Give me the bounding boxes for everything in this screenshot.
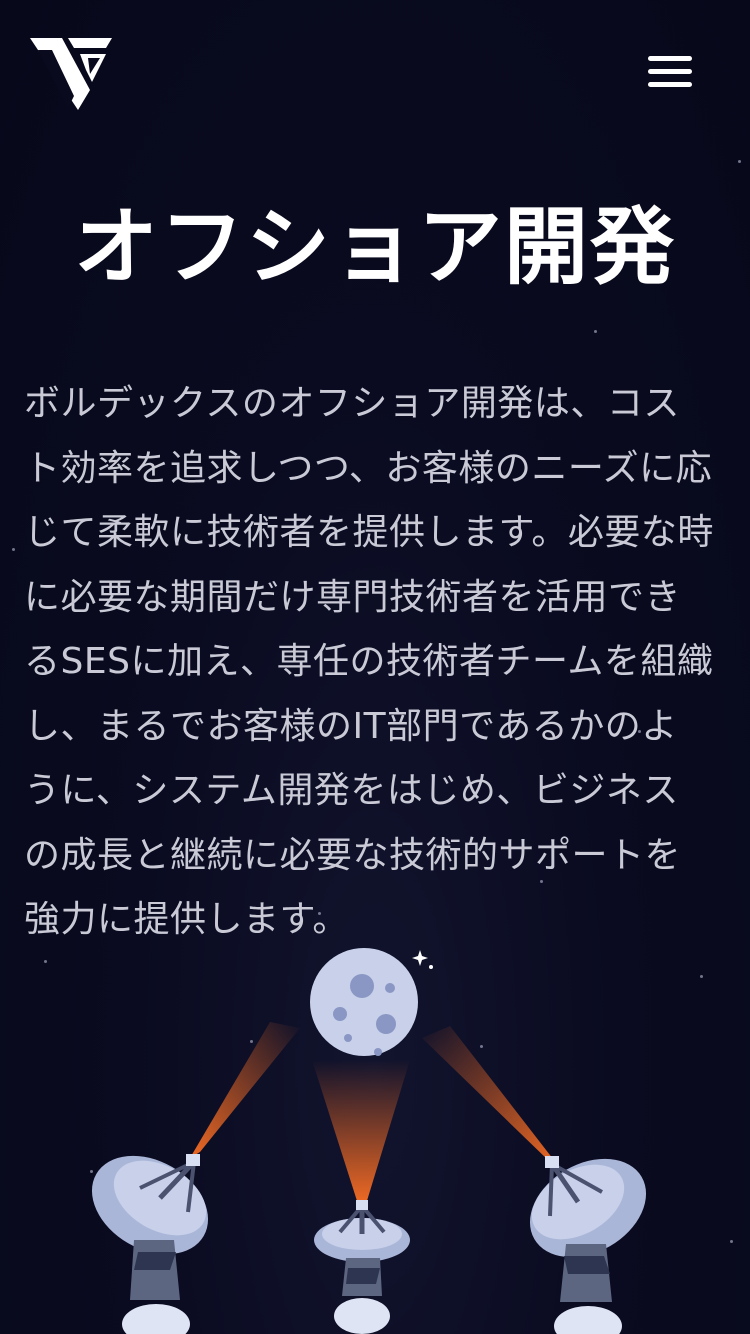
satellite-dish-center-icon <box>314 1200 410 1334</box>
signal-beam-left <box>190 1022 300 1158</box>
hamburger-menu-icon-bar <box>648 82 692 87</box>
brand-logo-icon <box>30 38 112 110</box>
page: オフショア開発 ボルデックスのオフショア開発は、コスト効率を追求しつつ、お客様の… <box>0 0 750 1334</box>
page-title: オフショア開発 <box>73 198 676 296</box>
signal-beam-center <box>312 1060 410 1204</box>
moon-and-satellite-dishes-illustration <box>91 948 647 1334</box>
menu-button[interactable] <box>642 50 698 94</box>
sparkle-icon <box>412 950 433 969</box>
site-header <box>0 0 750 140</box>
brand-logo[interactable] <box>30 34 114 110</box>
signal-beam-right <box>422 1026 560 1168</box>
intro-description: ボルデックスのオフショア開発は、コスト効率を追求しつつ、お客様のニーズに応じて柔… <box>24 383 714 940</box>
satellite-dish-left-icon <box>91 1154 209 1334</box>
moon-icon <box>309 948 418 1056</box>
satellite-dish-right-icon <box>529 1156 647 1334</box>
hamburger-menu-icon-bar <box>648 69 692 74</box>
hamburger-menu-icon <box>648 56 692 61</box>
